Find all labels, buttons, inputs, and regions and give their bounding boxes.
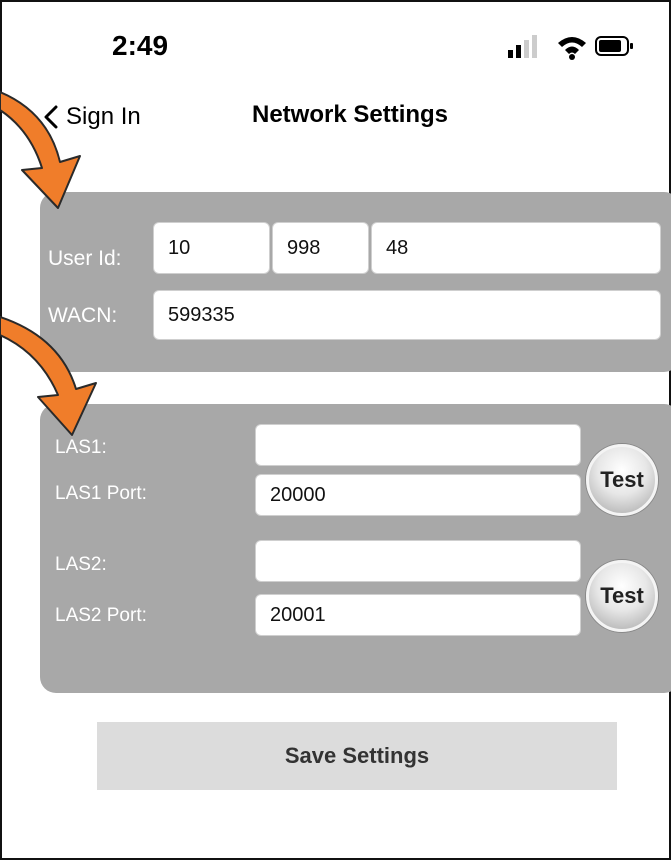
las1-port-field[interactable]: 20000: [255, 474, 581, 516]
status-bar: 2:49: [0, 0, 671, 95]
status-icons: [508, 35, 633, 60]
las1-test-button[interactable]: Test: [586, 444, 658, 516]
las1-label: LAS1:: [55, 437, 107, 458]
las2-port-label: LAS2 Port:: [55, 605, 147, 626]
user-id-field-1[interactable]: 10: [153, 222, 270, 274]
wifi-icon: [558, 37, 586, 60]
las1-port-label: LAS1 Port:: [55, 483, 147, 504]
las-panel: LAS1: LAS1 Port: 20000 Test LAS2: LAS2 P…: [40, 404, 671, 693]
status-time: 2:49: [112, 30, 169, 61]
annotation-arrow-icon: [0, 316, 97, 436]
save-settings-button[interactable]: Save Settings: [97, 722, 617, 790]
user-id-field-2[interactable]: 998: [272, 222, 369, 274]
user-id-panel: User Id: 10 998 48 WACN: 599335: [40, 192, 671, 372]
cellular-signal-icon: [508, 35, 537, 58]
las2-test-button[interactable]: Test: [586, 560, 658, 632]
wacn-field[interactable]: 599335: [153, 290, 661, 340]
page-title: Network Settings: [252, 101, 449, 128]
las1-field[interactable]: [255, 424, 581, 466]
battery-icon: [595, 36, 633, 56]
las2-field[interactable]: [255, 540, 581, 582]
user-id-field-3[interactable]: 48: [371, 222, 661, 274]
user-id-label: User Id:: [48, 247, 122, 270]
las2-label: LAS2:: [55, 554, 107, 575]
annotation-arrow-icon: [0, 91, 81, 209]
navigation-bar: Sign In Network Settings: [0, 95, 671, 143]
las2-port-field[interactable]: 20001: [255, 594, 581, 636]
